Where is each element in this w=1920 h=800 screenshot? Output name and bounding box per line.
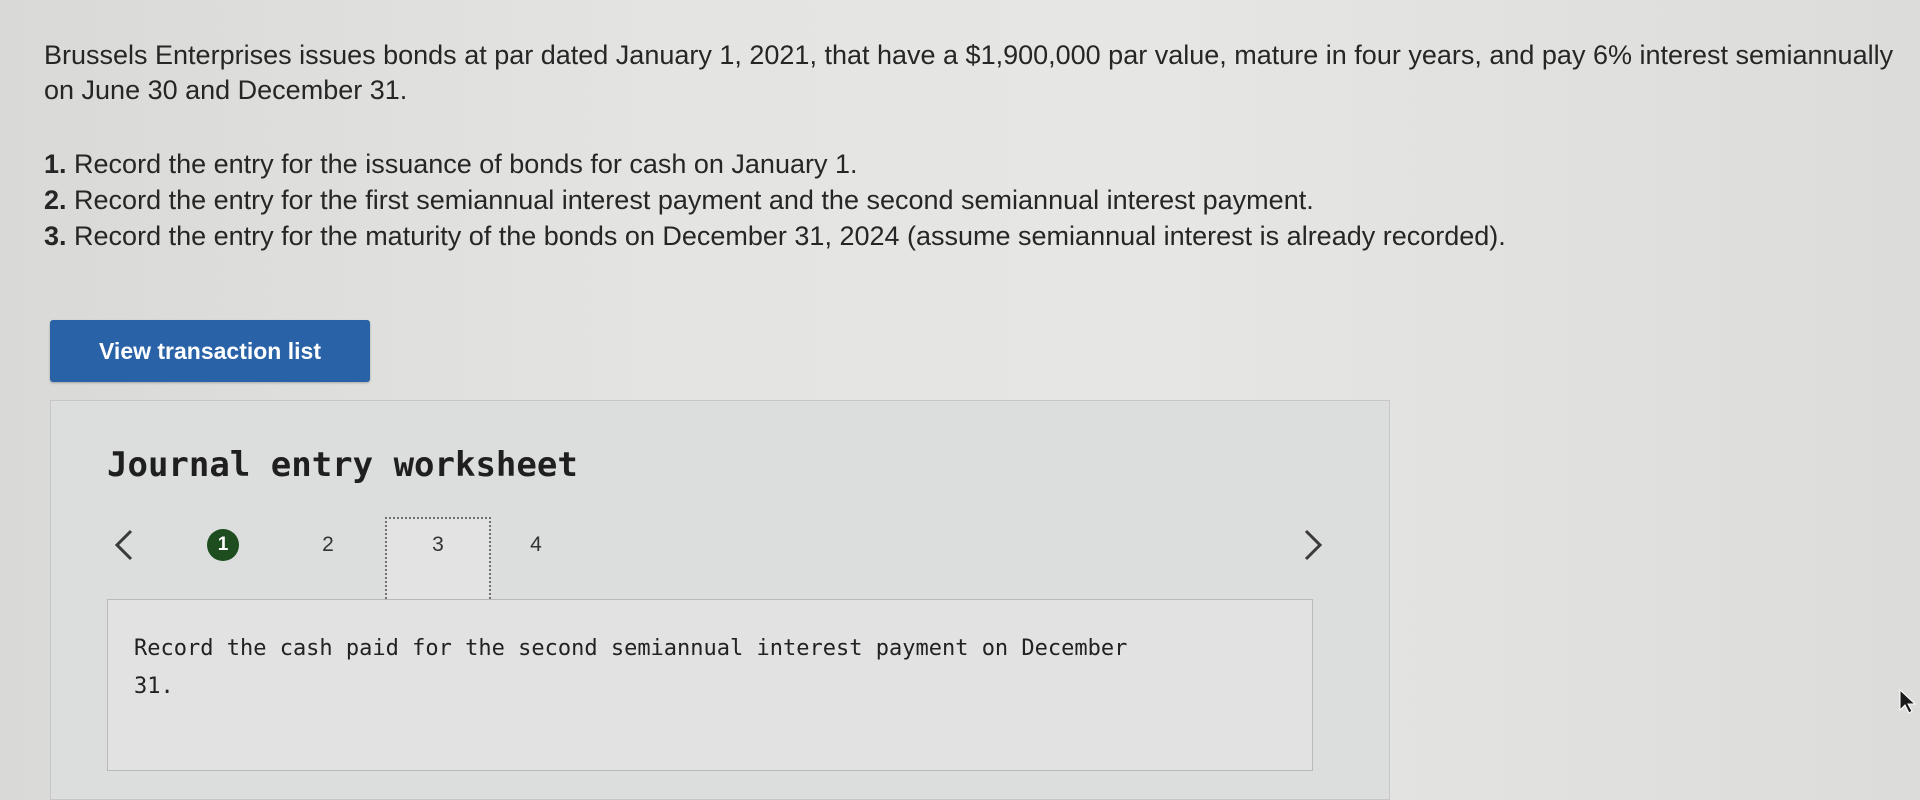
task-number: 2.: [44, 185, 67, 215]
chevron-left-icon: [114, 529, 133, 561]
step-1-completed[interactable]: 1: [207, 529, 239, 561]
problem-statement: Brussels Enterprises issues bonds at par…: [44, 38, 1904, 108]
view-transaction-list-button[interactable]: View transaction list: [50, 320, 370, 382]
worksheet-title: Journal entry worksheet: [107, 445, 578, 485]
instruction-box: Record the cash paid for the second semi…: [107, 599, 1313, 771]
task-item: 1. Record the entry for the issuance of …: [44, 146, 1904, 182]
task-list: 1. Record the entry for the issuance of …: [44, 146, 1904, 254]
chevron-right-icon: [1304, 529, 1323, 561]
problem-intro-text: Brussels Enterprises issues bonds at par…: [44, 40, 1894, 105]
task-text: Record the entry for the first semiannua…: [74, 185, 1314, 215]
step-3-current[interactable]: 3: [385, 517, 491, 603]
previous-step-button[interactable]: [109, 523, 139, 567]
instruction-text: Record the cash paid for the second semi…: [134, 636, 1128, 699]
task-text: Record the entry for the maturity of the…: [74, 221, 1506, 251]
journal-entry-worksheet-panel: Journal entry worksheet 1 2 3 4 Record t…: [50, 400, 1390, 800]
next-step-button[interactable]: [1298, 523, 1328, 567]
task-item: 3. Record the entry for the maturity of …: [44, 218, 1904, 254]
mouse-pointer-icon: [1899, 688, 1917, 714]
step-2[interactable]: 2: [313, 529, 343, 561]
task-number: 1.: [44, 149, 67, 179]
task-item: 2. Record the entry for the first semian…: [44, 182, 1904, 218]
step-4[interactable]: 4: [521, 529, 551, 561]
task-text: Record the entry for the issuance of bon…: [74, 149, 858, 179]
task-number: 3.: [44, 221, 67, 251]
